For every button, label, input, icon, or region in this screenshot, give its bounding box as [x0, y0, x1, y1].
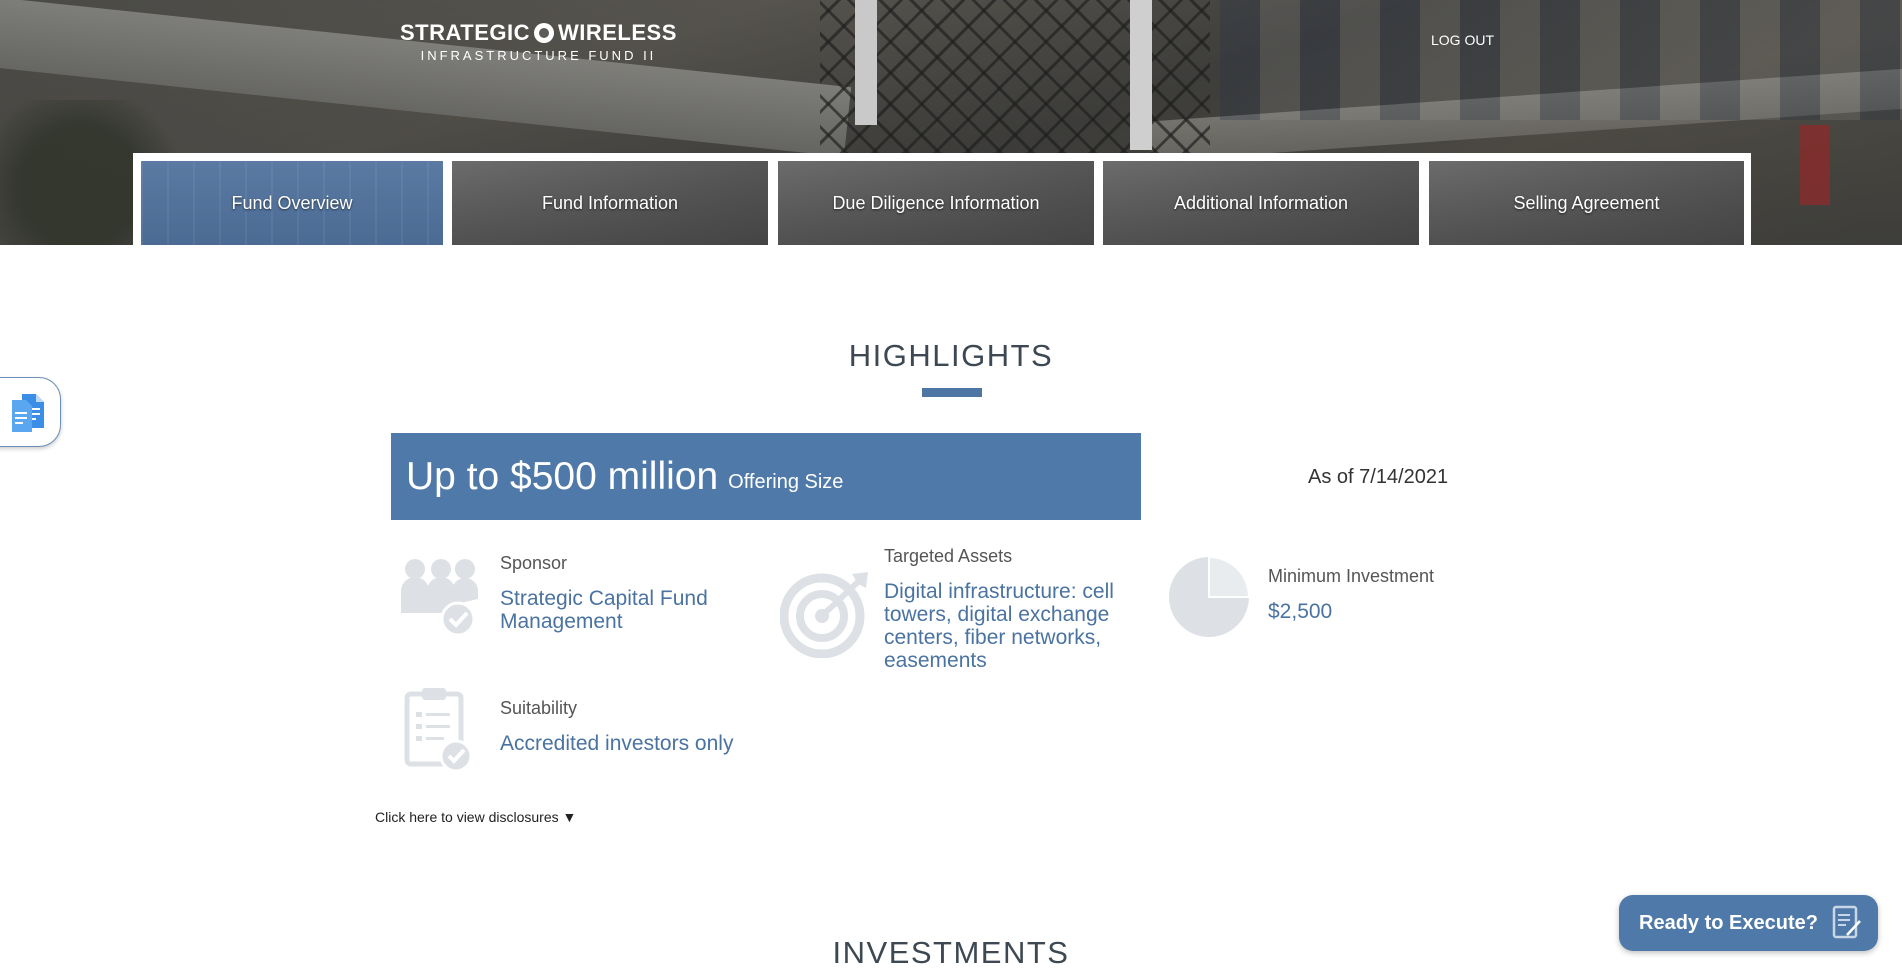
disclosures-toggle-link[interactable]: Click here to view disclosures ▼: [375, 809, 576, 825]
targeted-assets-value: Digital infrastructure: cell towers, dig…: [884, 580, 1114, 672]
minimum-investment-label: Minimum Investment: [1268, 566, 1435, 586]
main-nav-tabs: Fund Overview Fund Information Due Dilig…: [133, 153, 1751, 245]
offering-label: Offering Size: [728, 471, 844, 493]
suitability-label: Suitability: [500, 698, 578, 718]
clipboard-check-icon: [404, 688, 473, 772]
documents-icon: [12, 394, 44, 432]
hero-houses: [1220, 0, 1902, 120]
target-icon: [780, 572, 868, 658]
logo-line1: STRATEGIC WIRELESS: [400, 20, 677, 46]
tab-fund-overview[interactable]: Fund Overview: [141, 161, 443, 245]
people-check-icon: [401, 559, 478, 637]
ready-to-execute-button[interactable]: Ready to Execute?: [1619, 895, 1878, 951]
hero-billboard: [1800, 125, 1830, 205]
offering-size-banner: Up to $500 million Offering Size: [391, 433, 1141, 520]
tab-selling-agreement[interactable]: Selling Agreement: [1429, 161, 1744, 245]
logo-word-strategic: STRATEGIC: [400, 20, 530, 45]
as-of-date: As of 7/14/2021: [1308, 466, 1449, 488]
highlights-title-underline: [922, 388, 982, 397]
sponsor-label: Sponsor: [500, 553, 568, 573]
tab-additional-information[interactable]: Additional Information: [1103, 161, 1419, 245]
logo-line2: INFRASTRUCTURE FUND II: [420, 48, 657, 63]
highlights-title: HIGHLIGHTS: [848, 338, 1054, 373]
ready-to-execute-label: Ready to Execute?: [1639, 911, 1818, 934]
targeted-assets-label: Targeted Assets: [884, 546, 1013, 566]
logo-word-wireless: WIRELESS: [557, 20, 677, 45]
investments-title: INVESTMENTS: [832, 935, 1070, 970]
logo-mark-icon: [533, 23, 554, 43]
documents-side-tab[interactable]: [0, 377, 61, 447]
offering-amount: Up to $500 million: [406, 454, 719, 498]
suitability-value: Accredited investors only: [500, 732, 734, 755]
fund-logo[interactable]: STRATEGIC WIRELESS INFRASTRUCTURE FUND I…: [400, 20, 677, 63]
tab-fund-information[interactable]: Fund Information: [452, 161, 768, 245]
minimum-investment-value: $2,500: [1268, 600, 1333, 623]
pie-chart-icon: [1169, 555, 1251, 637]
sponsor-value: Strategic Capital Fund Management: [500, 587, 708, 633]
logout-link[interactable]: LOG OUT: [1431, 32, 1494, 48]
sign-document-icon: [1832, 905, 1861, 939]
hero-antenna-left: [855, 0, 877, 125]
hero-antenna-right: [1130, 0, 1152, 150]
tab-due-diligence[interactable]: Due Diligence Information: [778, 161, 1094, 245]
